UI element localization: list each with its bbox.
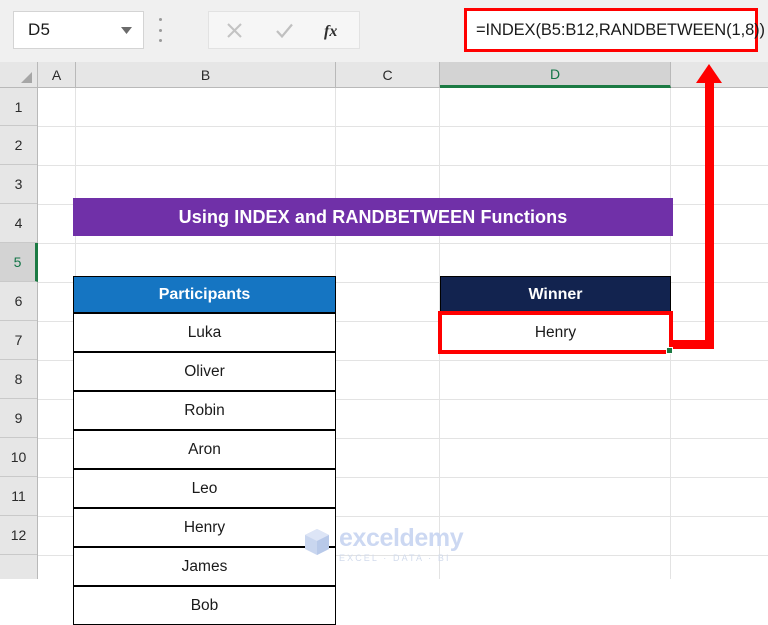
participant-cell-b8[interactable]: Aron	[73, 430, 336, 469]
row-header-2[interactable]: 2	[0, 126, 37, 165]
spreadsheet-grid: A B C D 1 2 3 4 5 6 7 8 9 10 11 12 Using…	[0, 62, 768, 625]
row-header-9[interactable]: 9	[0, 399, 37, 438]
formula-bar-area: D5 fx =INDEX(B5:B12,RANDBETWEEN(1,8))	[0, 0, 768, 62]
participant-cell-b5[interactable]: Luka	[73, 313, 336, 352]
winner-column-header: Winner	[440, 276, 671, 313]
name-box-value: D5	[28, 20, 51, 39]
row-header-3[interactable]: 3	[0, 165, 37, 204]
participant-cell-b11[interactable]: James	[73, 547, 336, 586]
fx-insert-function-icon[interactable]: fx	[317, 15, 351, 45]
title-banner: Using INDEX and RANDBETWEEN Functions	[73, 198, 673, 236]
name-box[interactable]: D5	[13, 11, 144, 49]
column-header-d[interactable]: D	[440, 62, 671, 88]
participant-cell-b6[interactable]: Oliver	[73, 352, 336, 391]
row-header-7[interactable]: 7	[0, 321, 37, 360]
participant-cell-b10[interactable]: Henry	[73, 508, 336, 547]
row-header-8[interactable]: 8	[0, 360, 37, 399]
winner-cell-d5[interactable]: Henry	[440, 313, 671, 352]
column-headers: A B C D	[0, 62, 768, 88]
cancel-x-icon[interactable]	[217, 15, 251, 45]
formula-bar-buttons: fx	[208, 11, 360, 49]
participant-cell-b9[interactable]: Leo	[73, 469, 336, 508]
gridline	[38, 243, 768, 244]
row-header-4[interactable]: 4	[0, 204, 37, 243]
column-header-a[interactable]: A	[38, 62, 76, 87]
enter-check-icon[interactable]	[267, 15, 301, 45]
annotation-arrow-segment-vertical	[705, 82, 714, 346]
fill-handle[interactable]	[666, 347, 673, 354]
participant-cell-b12[interactable]: Bob	[73, 586, 336, 625]
select-all-corner[interactable]	[0, 62, 38, 87]
row-header-11[interactable]: 11	[0, 477, 37, 516]
vertical-dots-icon[interactable]	[155, 18, 165, 42]
chevron-down-icon[interactable]	[115, 26, 137, 34]
row-headers: 1 2 3 4 5 6 7 8 9 10 11 12	[0, 88, 38, 579]
annotation-arrow-head-icon	[696, 64, 722, 83]
column-header-b[interactable]: B	[76, 62, 336, 87]
formula-input-highlight: =INDEX(B5:B12,RANDBETWEEN(1,8))	[464, 8, 765, 52]
column-header-c[interactable]: C	[336, 62, 440, 87]
gridline	[38, 126, 768, 127]
formula-input[interactable]: =INDEX(B5:B12,RANDBETWEEN(1,8))	[467, 21, 765, 40]
row-header-10[interactable]: 10	[0, 438, 37, 477]
gridline	[38, 165, 768, 166]
row-header-1[interactable]: 1	[0, 88, 37, 126]
row-header-12[interactable]: 12	[0, 516, 37, 555]
row-header-6[interactable]: 6	[0, 282, 37, 321]
participants-column-header: Participants	[73, 276, 336, 313]
participant-cell-b7[interactable]: Robin	[73, 391, 336, 430]
row-header-5[interactable]: 5	[0, 243, 38, 282]
svg-text:fx: fx	[324, 23, 337, 40]
